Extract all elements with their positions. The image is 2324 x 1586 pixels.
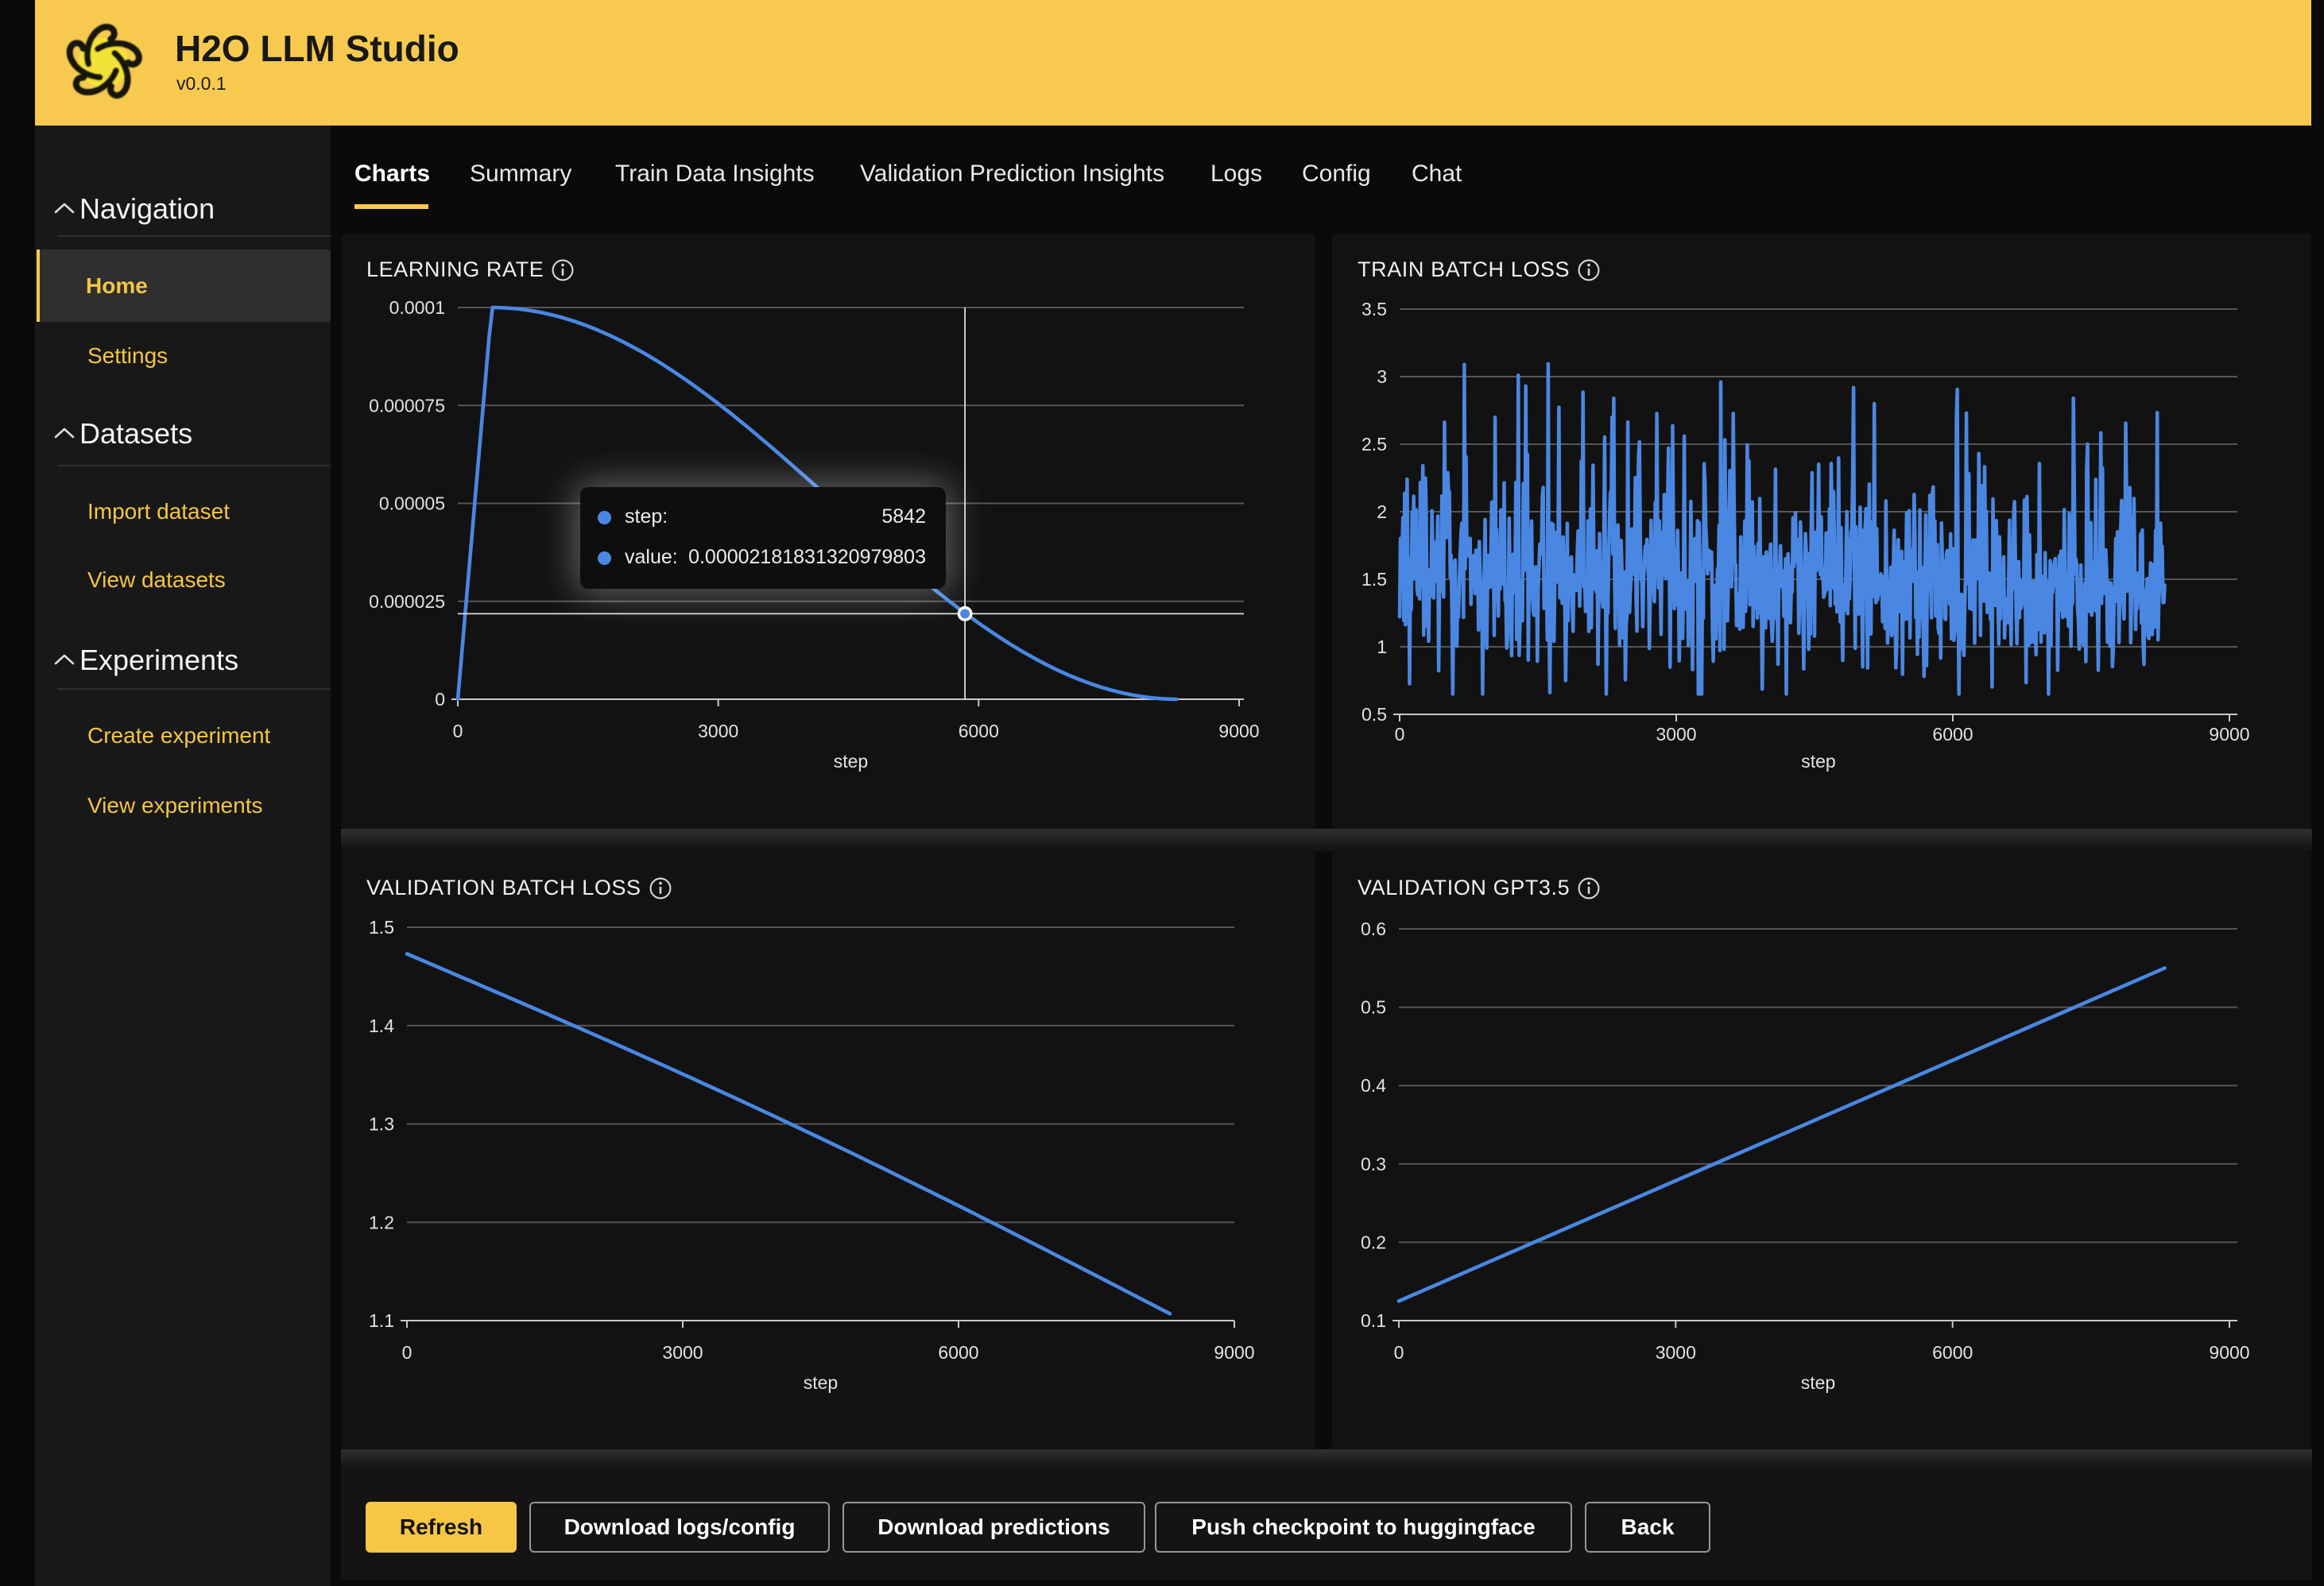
svg-text:1.1: 1.1: [369, 1310, 394, 1331]
svg-text:9000: 9000: [2209, 724, 2249, 745]
svg-text:0.4: 0.4: [1361, 1075, 1386, 1096]
svg-text:0.6: 0.6: [1361, 919, 1386, 939]
svg-text:3: 3: [1377, 366, 1387, 387]
svg-text:0.000025: 0.000025: [369, 591, 445, 612]
svg-text:1.5: 1.5: [1361, 569, 1387, 590]
svg-text:1.5: 1.5: [369, 917, 394, 938]
svg-text:6000: 6000: [938, 1342, 978, 1363]
svg-text:step: step: [804, 1372, 838, 1393]
svg-text:9000: 9000: [1218, 721, 1259, 741]
svg-text:0.5: 0.5: [1361, 704, 1387, 725]
svg-text:1.3: 1.3: [369, 1114, 394, 1135]
svg-text:0.5: 0.5: [1361, 997, 1386, 1018]
svg-text:9000: 9000: [2209, 1342, 2249, 1363]
svg-text:9000: 9000: [1214, 1342, 1254, 1363]
svg-text:step: step: [834, 751, 868, 772]
svg-text:1: 1: [1377, 636, 1387, 657]
svg-text:0.3: 0.3: [1361, 1154, 1386, 1174]
svg-text:0: 0: [453, 721, 463, 741]
svg-text:6000: 6000: [1932, 724, 1973, 745]
svg-text:1.2: 1.2: [369, 1212, 394, 1232]
svg-text:step: step: [1801, 751, 1835, 772]
svg-text:3000: 3000: [662, 1342, 703, 1363]
svg-text:2: 2: [1377, 501, 1387, 522]
svg-text:3000: 3000: [1656, 1342, 1696, 1363]
svg-text:3000: 3000: [1656, 724, 1696, 745]
svg-text:0: 0: [435, 689, 445, 710]
svg-text:1.4: 1.4: [369, 1015, 394, 1036]
svg-text:3.5: 3.5: [1361, 299, 1387, 319]
svg-text:0: 0: [1395, 724, 1405, 745]
svg-text:0.00005: 0.00005: [379, 493, 445, 514]
svg-text:0: 0: [402, 1342, 413, 1363]
svg-text:0.2: 0.2: [1361, 1232, 1386, 1252]
svg-text:3000: 3000: [698, 721, 738, 741]
svg-text:step: step: [1801, 1372, 1835, 1393]
svg-text:0.000075: 0.000075: [369, 395, 445, 416]
svg-text:0: 0: [1394, 1342, 1404, 1363]
svg-text:0.0001: 0.0001: [389, 297, 445, 318]
svg-text:6000: 6000: [959, 721, 999, 741]
svg-text:6000: 6000: [1932, 1342, 1973, 1363]
svg-text:0.1: 0.1: [1361, 1310, 1386, 1331]
svg-text:2.5: 2.5: [1361, 434, 1387, 455]
